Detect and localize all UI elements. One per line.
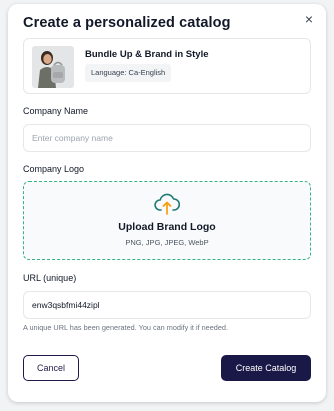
close-icon[interactable]: × <box>302 12 316 26</box>
url-helper-text: A unique URL has been generated. You can… <box>23 323 229 332</box>
upload-title: Upload Brand Logo <box>118 221 216 233</box>
logo-upload-dropzone[interactable]: Upload Brand Logo PNG, JPG, JPEG, WebP <box>23 181 311 260</box>
product-thumbnail <box>32 46 74 88</box>
cancel-button[interactable]: Cancel <box>23 355 79 381</box>
upload-formats: PNG, JPG, JPEG, WebP <box>125 238 209 247</box>
company-logo-label: Company Logo <box>23 164 85 174</box>
url-label: URL (unique) <box>23 273 77 283</box>
language-badge: Language: Ca-English <box>85 64 172 82</box>
dialog-title: Create a personalized catalog <box>23 15 231 31</box>
create-catalog-dialog: Create a personalized catalog × Bundle U… <box>8 4 326 402</box>
url-input[interactable] <box>23 291 311 319</box>
cloud-upload-icon <box>154 193 180 215</box>
company-name-input[interactable] <box>23 124 311 152</box>
company-name-label: Company Name <box>23 106 89 116</box>
product-card: Bundle Up & Brand in Style Language: Ca-… <box>23 38 311 94</box>
create-catalog-button[interactable]: Create Catalog <box>221 355 311 381</box>
product-name: Bundle Up & Brand in Style <box>85 49 209 60</box>
